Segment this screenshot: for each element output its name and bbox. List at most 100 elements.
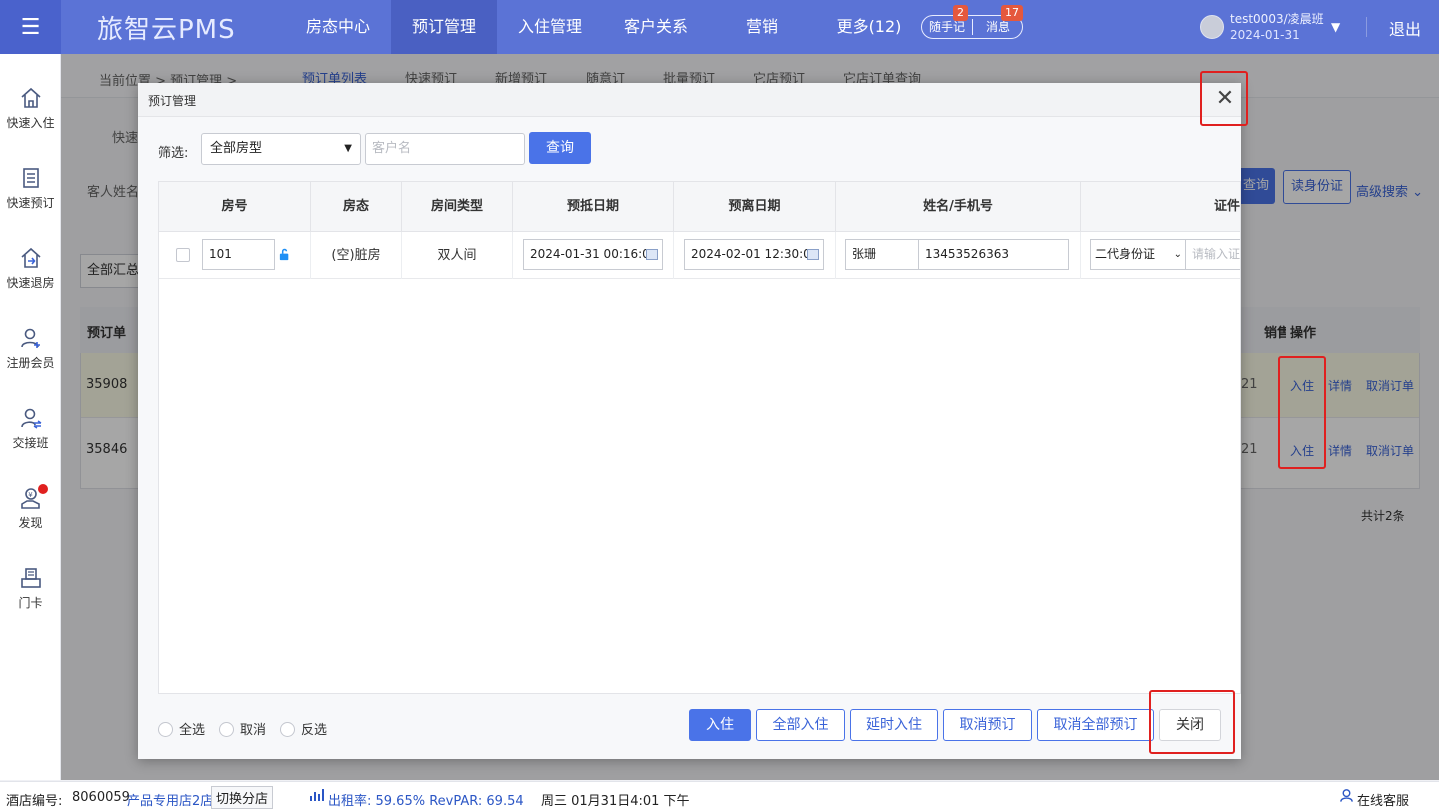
notes-label: 随手记 [928, 20, 965, 34]
user-swap-icon [20, 408, 41, 429]
switch-store-button[interactable]: 切换分店 [211, 786, 274, 809]
calendar-icon[interactable] [646, 249, 658, 260]
user-name: test0003/凌晨班 [1230, 12, 1324, 26]
status-bar: 酒店编号: 8060059 产品专用店2店 切换分店 出租率: 59.65% R… [0, 781, 1439, 810]
departure-date-input[interactable]: 2024-02-01 12:30:00 [684, 239, 824, 270]
headset-icon [1339, 787, 1354, 807]
invert-selection-radio[interactable]: 反选 [280, 719, 327, 738]
notes-messages-pill: 随手记 2 消息 17 [921, 5, 1023, 39]
radio-label: 反选 [301, 723, 328, 738]
chevron-down-icon: ⌄ [1173, 249, 1182, 260]
modal-title: 预订管理 [148, 94, 197, 108]
nav-more[interactable]: 更多(12) [830, 0, 908, 54]
highlight-checkin-links [1278, 356, 1326, 469]
phone-input[interactable]: 13453526363 [918, 239, 1069, 270]
sidebar-item-quick-booking[interactable]: 快速预订 [0, 166, 61, 211]
notes-count-badge: 2 [953, 5, 968, 21]
online-support-link[interactable]: 在线客服 [1357, 790, 1409, 809]
user-info[interactable]: test0003/凌晨班 2024-01-31 [1230, 11, 1324, 43]
card-printer-icon [20, 568, 41, 588]
customer-name-input[interactable]: 客户名 [365, 133, 525, 165]
nav-checkin[interactable]: 入住管理 [508, 0, 592, 54]
nav-customer[interactable]: 客户关系 [614, 0, 698, 54]
bar-chart-icon [309, 787, 325, 807]
col-departure-date: 预离日期 [674, 182, 836, 232]
col-arrival-date: 预抵日期 [513, 182, 674, 232]
notes-button[interactable]: 随手记 2 [922, 5, 972, 38]
radio-label: 全选 [179, 723, 206, 738]
sidebar-item-label: 快速入住 [6, 116, 55, 130]
id-number-input[interactable]: 请输入证件号 [1185, 239, 1240, 270]
delayed-checkin-button[interactable]: 延时入住 [850, 709, 938, 741]
logout-link[interactable]: 退出 [1389, 16, 1421, 40]
chevron-down-icon: ▼ [344, 143, 352, 154]
sidebar-item-shift-handover[interactable]: 交接班 [0, 406, 61, 451]
id-type-select[interactable]: 二代身份证 ⌄ [1090, 239, 1186, 270]
col-room-no: 房号 [159, 182, 311, 232]
grid-header: 房号 房态 房间类型 预抵日期 预离日期 姓名/手机号 证件 [159, 182, 1240, 232]
business-date: 2024-01-31 [1230, 28, 1300, 42]
room-grid: 房号 房态 房间类型 预抵日期 预离日期 姓名/手机号 证件 101 (空)脏房… [158, 181, 1241, 694]
sidebar-item-register-member[interactable]: 注册会员 [0, 326, 61, 371]
avatar[interactable] [1200, 15, 1224, 39]
sidebar-item-quick-checkout[interactable]: 快速退房 [0, 246, 61, 291]
checkin-button[interactable]: 入住 [689, 709, 751, 741]
messages-count-badge: 17 [1001, 5, 1023, 21]
store-name: 产品专用店2店 [127, 794, 214, 809]
arrival-date-input[interactable]: 2024-01-31 00:16:00 [523, 239, 663, 270]
departure-date-value: 2024-02-01 12:30:00 [691, 247, 819, 261]
room-type-select[interactable]: 全部房型 ▼ [201, 133, 361, 165]
sidebar-item-label: 注册会员 [6, 356, 55, 370]
nav-room-status[interactable]: 房态中心 [296, 0, 380, 54]
sidebar-item-quick-checkin[interactable]: 快速入住 [0, 86, 61, 131]
radio-label: 取消 [240, 723, 267, 738]
sidebar-item-door-card[interactable]: 门卡 [0, 566, 61, 611]
radio-circle [158, 722, 173, 737]
sidebar-item-discover[interactable]: ¥ 发现 [0, 486, 61, 531]
cell-name-phone: 张珊 13453526363 [836, 232, 1081, 279]
reservation-modal: 预订管理 ✕ 筛选: 全部房型 ▼ 客户名 查询 房号 房态 房间类型 预抵日期 … [138, 83, 1241, 759]
select-all-radio[interactable]: 全选 [158, 719, 205, 738]
sidebar-item-label: 交接班 [12, 436, 49, 450]
checkout-icon [20, 247, 41, 268]
cell-room-type: 双人间 [402, 232, 513, 279]
cell-id-document: 二代身份证 ⌄ 请输入证件号 [1081, 232, 1240, 279]
menu-toggle-icon[interactable]: ☰ [0, 0, 61, 54]
cell-room-status: (空)脏房 [311, 232, 402, 279]
room-no-input[interactable]: 101 [202, 239, 275, 270]
modal-footer: 全选 取消 反选 入住 全部入住 延时入住 取消预订 取消全部预订 关闭 [138, 694, 1241, 759]
highlight-close-button [1149, 690, 1235, 754]
query-button[interactable]: 查询 [529, 132, 591, 164]
radio-circle [280, 722, 295, 737]
row-checkbox[interactable] [176, 248, 190, 262]
col-room-type: 房间类型 [402, 182, 513, 232]
notification-dot [38, 484, 48, 494]
sidebar-item-label: 门卡 [18, 596, 43, 610]
messages-label: 消息 [985, 20, 1010, 34]
col-name-phone: 姓名/手机号 [836, 182, 1081, 232]
checkin-all-button[interactable]: 全部入住 [756, 709, 845, 741]
occupancy-stats: 出租率: 59.65% RevPAR: 69.54 [328, 794, 524, 809]
guest-name-input[interactable]: 张珊 [845, 239, 919, 270]
room-type-value: 全部房型 [210, 141, 263, 156]
user-add-icon [20, 328, 40, 348]
notebook-icon [22, 168, 39, 188]
calendar-icon[interactable] [807, 249, 819, 260]
messages-button[interactable]: 消息 17 [973, 5, 1023, 38]
unlock-icon[interactable] [278, 247, 293, 262]
radio-circle [219, 722, 234, 737]
col-id-document: 证件 [1213, 199, 1240, 214]
cancel-all-bookings-button[interactable]: 取消全部预订 [1037, 709, 1154, 741]
brand-logo: 旅智云PMS [97, 15, 236, 45]
nav-marketing[interactable]: 营销 [730, 0, 794, 54]
deselect-radio[interactable]: 取消 [219, 719, 266, 738]
current-datetime: 周三 01月31日4:01 下午 [541, 794, 690, 809]
modal-header [138, 83, 1241, 117]
table-row: 101 (空)脏房 双人间 2024-01-31 00:16:00 2024-0… [159, 232, 1240, 279]
nav-reservation[interactable]: 预订管理 [391, 0, 497, 54]
chevron-down-icon[interactable]: ▼ [1331, 20, 1340, 34]
cell-room-no: 101 [159, 232, 311, 279]
cancel-booking-button[interactable]: 取消预订 [943, 709, 1032, 741]
arrival-date-value: 2024-01-31 00:16:00 [530, 247, 658, 261]
sidebar-item-label: 发现 [18, 516, 43, 530]
